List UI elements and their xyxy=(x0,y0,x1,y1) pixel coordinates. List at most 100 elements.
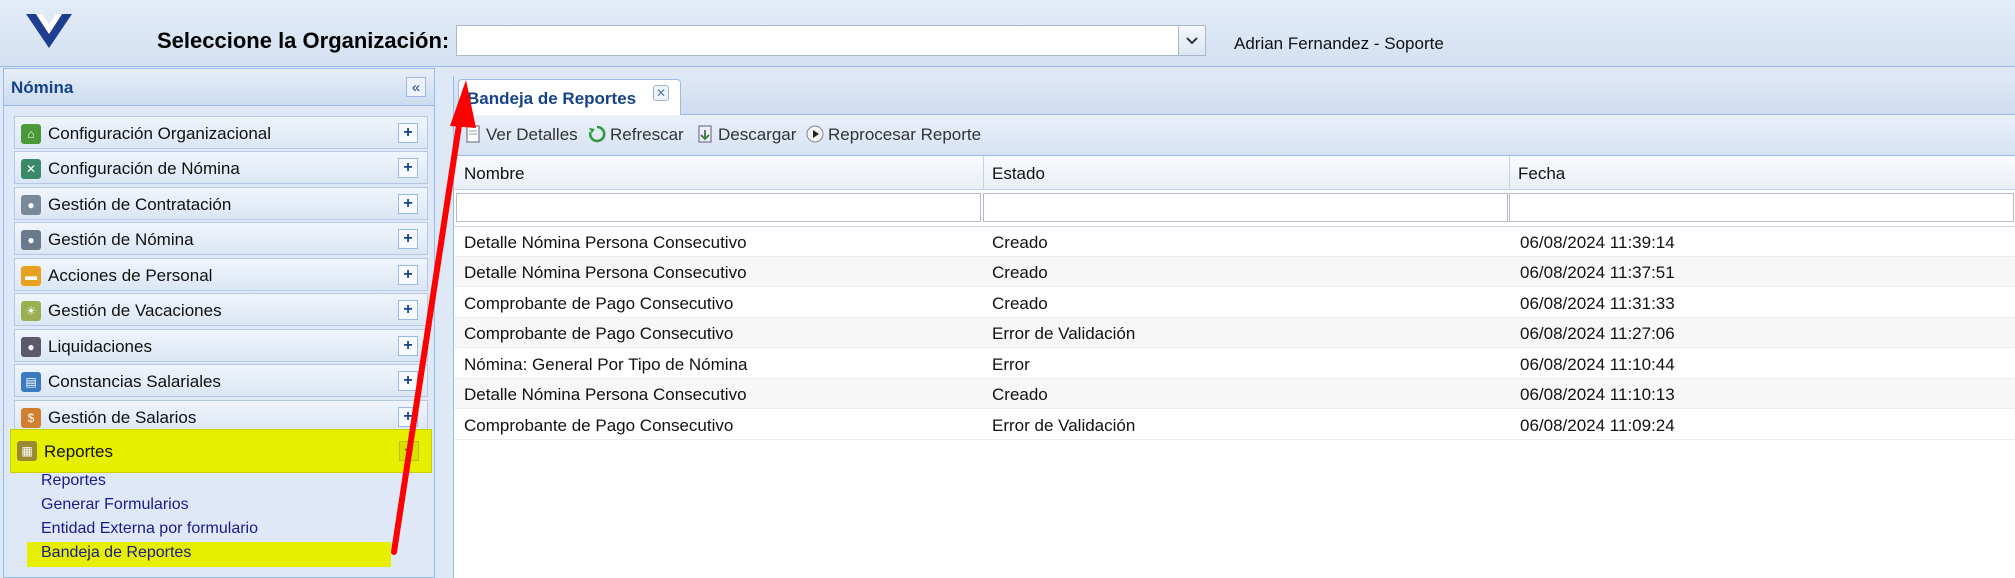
sidebar-item-gestion-vacaciones[interactable]: ☀ Gestión de Vacaciones + xyxy=(14,293,428,326)
sidebar-subitem-generar-formularios[interactable]: Generar Formularios xyxy=(41,496,189,514)
tab-strip: Bandeja de Reportes ✕ xyxy=(454,76,2015,115)
salary-icon: $ xyxy=(21,408,41,428)
expand-icon[interactable]: + xyxy=(398,229,418,249)
company-logo xyxy=(22,8,76,54)
sidebar-item-label: Gestión de Salarios xyxy=(48,408,197,427)
sidebar-item-label: Acciones de Personal xyxy=(48,266,213,285)
tools-icon: ✕ xyxy=(21,159,41,179)
collapse-panel-icon[interactable]: « xyxy=(406,77,426,97)
sidebar-item-liquidaciones[interactable]: ● Liquidaciones + xyxy=(14,329,428,362)
current-user: Adrian Fernandez - Soporte xyxy=(1234,34,1444,53)
sidebar-item-label: Liquidaciones xyxy=(48,337,152,356)
column-header-fecha[interactable]: Fecha xyxy=(1518,164,1565,184)
play-icon xyxy=(806,125,824,143)
folder-icon: ▬ xyxy=(21,266,41,286)
table-row[interactable]: Nómina: General Por Tipo de Nómina Error… xyxy=(454,349,2015,379)
cell-fecha: 06/08/2024 11:09:24 xyxy=(1520,416,1675,435)
reprocess-report-button[interactable]: Reprocesar Reporte xyxy=(806,125,981,145)
organization-select[interactable] xyxy=(456,25,1206,56)
cell-estado: Error de Validación xyxy=(992,416,1136,435)
cell-estado: Error de Validación xyxy=(992,324,1136,343)
refresh-button[interactable]: Refrescar xyxy=(588,125,684,145)
download-label: Descargar xyxy=(718,125,797,144)
cell-fecha: 06/08/2024 11:31:33 xyxy=(1520,294,1675,313)
filter-estado-input[interactable] xyxy=(983,193,1508,222)
column-header-nombre[interactable]: Nombre xyxy=(464,164,524,184)
sidebar-subitem-reportes[interactable]: Reportes xyxy=(41,472,106,490)
tab-bandeja-reportes[interactable]: Bandeja de Reportes ✕ xyxy=(458,79,681,115)
cell-nombre: Detalle Nómina Persona Consecutivo xyxy=(464,385,747,404)
cell-nombre: Comprobante de Pago Consecutivo xyxy=(464,294,734,313)
filter-row xyxy=(454,190,2015,227)
filter-nombre-input[interactable] xyxy=(456,193,981,222)
sidebar-item-label: Reportes xyxy=(44,442,113,461)
sidebar-item-label: Gestión de Vacaciones xyxy=(48,301,222,320)
document-icon xyxy=(466,125,480,143)
expand-icon[interactable]: + xyxy=(398,407,418,427)
view-details-button[interactable]: Ver Detalles xyxy=(464,125,578,145)
table-row[interactable]: Comprobante de Pago Consecutivo Creado 0… xyxy=(454,288,2015,318)
settlement-icon: ● xyxy=(21,337,41,357)
refresh-label: Refrescar xyxy=(610,125,684,144)
sidebar-item-label: Constancias Salariales xyxy=(48,372,221,391)
cell-fecha: 06/08/2024 11:27:06 xyxy=(1520,324,1675,343)
sidebar-item-label: Configuración Organizacional xyxy=(48,124,272,143)
cell-estado: Error xyxy=(992,355,1030,374)
cell-fecha: 06/08/2024 11:37:51 xyxy=(1520,263,1675,282)
cell-estado: Creado xyxy=(992,385,1048,404)
expand-icon[interactable]: + xyxy=(398,194,418,214)
cell-estado: Creado xyxy=(992,263,1048,282)
expand-icon[interactable]: + xyxy=(398,123,418,143)
chevron-down-icon[interactable] xyxy=(1178,26,1205,55)
expand-icon[interactable]: + xyxy=(398,300,418,320)
download-button[interactable]: Descargar xyxy=(696,125,796,145)
table-row[interactable]: Detalle Nómina Persona Consecutivo Cread… xyxy=(454,227,2015,257)
cell-nombre: Comprobante de Pago Consecutivo xyxy=(464,324,734,343)
expand-icon[interactable]: + xyxy=(398,371,418,391)
sidebar-item-gestion-nomina[interactable]: ● Gestión de Nómina + xyxy=(14,222,428,255)
column-header-estado[interactable]: Estado xyxy=(992,164,1045,184)
expand-icon[interactable]: + xyxy=(398,265,418,285)
navigation-panel-title: Nómina xyxy=(11,78,74,97)
organization-label: Seleccione la Organización: xyxy=(157,28,450,53)
expand-icon[interactable]: + xyxy=(398,158,418,178)
sidebar-item-gestion-contratacion[interactable]: ● Gestión de Contratación + xyxy=(14,187,428,220)
sidebar-item-reportes[interactable]: ▦ Reportes − xyxy=(10,429,432,473)
main-content-panel: Bandeja de Reportes ✕ Ver Detalles Refre… xyxy=(453,76,2015,578)
cell-estado: Creado xyxy=(992,294,1048,313)
table-row[interactable]: Detalle Nómina Persona Consecutivo Cread… xyxy=(454,257,2015,287)
grid-header: Nombre Estado Fecha xyxy=(454,156,2015,190)
expand-icon[interactable]: + xyxy=(398,336,418,356)
cell-estado: Creado xyxy=(992,233,1048,252)
sidebar-subitem-entidad-externa[interactable]: Entidad Externa por formulario xyxy=(41,520,258,538)
column-separator[interactable] xyxy=(1509,156,1510,189)
app-header: Seleccione la Organización: Adrian Ferna… xyxy=(0,0,2015,67)
table-row[interactable]: Comprobante de Pago Consecutivo Error de… xyxy=(454,318,2015,348)
cell-fecha: 06/08/2024 11:10:13 xyxy=(1520,385,1675,404)
sidebar-item-configuracion-nomina[interactable]: ✕ Configuración de Nómina + xyxy=(14,151,428,184)
sidebar-item-acciones-personal[interactable]: ▬ Acciones de Personal + xyxy=(14,258,428,291)
cell-nombre: Nómina: General Por Tipo de Nómina xyxy=(464,355,748,374)
toolbar: Ver Detalles Refrescar Descargar Reproce… xyxy=(454,115,2015,156)
filter-fecha-input[interactable] xyxy=(1509,193,2014,222)
hiring-icon: ● xyxy=(21,195,41,215)
sidebar-item-constancias-salariales[interactable]: ▤ Constancias Salariales + xyxy=(14,364,428,397)
certificate-icon: ▤ xyxy=(21,372,41,392)
vacation-icon: ☀ xyxy=(21,301,41,321)
sidebar-item-label: Gestión de Nómina xyxy=(48,230,194,249)
sidebar-item-label: Gestión de Contratación xyxy=(48,195,232,214)
cell-fecha: 06/08/2024 11:10:44 xyxy=(1520,355,1675,374)
download-icon xyxy=(698,125,712,143)
table-row[interactable]: Comprobante de Pago Consecutivo Error de… xyxy=(454,410,2015,440)
sidebar-item-configuracion-organizacional[interactable]: ⌂ Configuración Organizacional + xyxy=(14,116,428,149)
tab-label: Bandeja de Reportes xyxy=(467,89,637,108)
reports-icon: ▦ xyxy=(17,441,37,461)
refresh-icon xyxy=(588,125,606,143)
cell-nombre: Detalle Nómina Persona Consecutivo xyxy=(464,263,747,282)
close-icon[interactable]: ✕ xyxy=(653,85,669,101)
table-row[interactable]: Detalle Nómina Persona Consecutivo Cread… xyxy=(454,379,2015,409)
collapse-icon[interactable]: − xyxy=(399,441,419,461)
sidebar-subitem-bandeja-reportes[interactable]: Bandeja de Reportes xyxy=(41,544,191,562)
column-separator[interactable] xyxy=(983,156,984,189)
reprocess-report-label: Reprocesar Reporte xyxy=(828,125,982,144)
